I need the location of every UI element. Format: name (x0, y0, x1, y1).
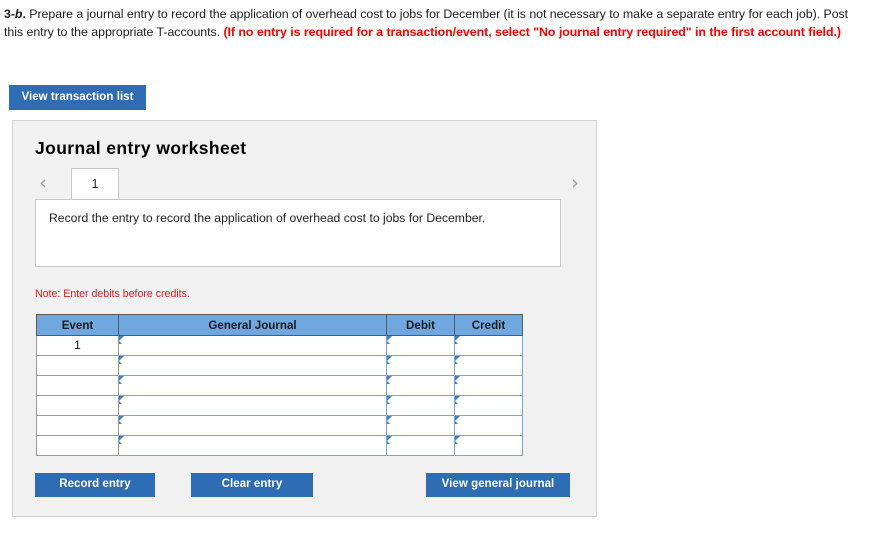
credit-input-5[interactable] (454, 415, 523, 436)
instruction-text: Record the entry to record the applicati… (49, 211, 486, 225)
journal-entry-worksheet-panel: Journal entry worksheet ‹ 1 › Record the… (12, 120, 597, 517)
credit-input-4[interactable] (454, 395, 523, 416)
record-entry-button[interactable]: Record entry (35, 473, 155, 497)
next-tab-chevron-icon[interactable]: › (567, 171, 583, 195)
tab-strip: ‹ 1 › (35, 168, 583, 199)
debit-input-1[interactable] (386, 335, 455, 356)
credit-input-1[interactable] (454, 335, 523, 356)
debit-input-2[interactable] (386, 355, 455, 376)
credit-input-3[interactable] (454, 375, 523, 396)
tab-entry-1[interactable]: 1 (71, 168, 119, 199)
table-row (36, 435, 523, 456)
panel-title: Journal entry worksheet (35, 138, 247, 158)
account-input-2[interactable] (118, 355, 387, 376)
debit-input-6[interactable] (386, 435, 455, 456)
table-row (36, 375, 523, 396)
cell-event-4 (36, 395, 119, 416)
debits-before-credits-note: Note: Enter debits before credits. (35, 288, 190, 300)
table-row (36, 355, 523, 376)
account-input-1[interactable] (118, 335, 387, 356)
column-header-credit: Credit (454, 314, 523, 336)
table-row: 1 (36, 335, 523, 356)
account-input-4[interactable] (118, 395, 387, 416)
column-header-general-journal: General Journal (118, 314, 387, 336)
question-red-note: (If no entry is required for a transacti… (223, 24, 841, 39)
account-input-6[interactable] (118, 435, 387, 456)
account-input-5[interactable] (118, 415, 387, 436)
debit-input-3[interactable] (386, 375, 455, 396)
cell-event-6 (36, 435, 119, 456)
question-prompt: 3-b. Prepare a journal entry to record t… (4, 6, 866, 41)
instruction-box: Record the entry to record the applicati… (35, 199, 561, 267)
debit-input-5[interactable] (386, 415, 455, 436)
debit-input-4[interactable] (386, 395, 455, 416)
clear-entry-button[interactable]: Clear entry (191, 473, 313, 497)
view-transaction-list-button[interactable]: View transaction list (9, 85, 146, 110)
view-general-journal-button[interactable]: View general journal (426, 473, 570, 497)
table-header-row: Event General Journal Debit Credit (36, 314, 523, 336)
column-header-event: Event (36, 314, 119, 336)
table-row (36, 395, 523, 416)
cell-event-5 (36, 415, 119, 436)
cell-event-3 (36, 375, 119, 396)
account-input-3[interactable] (118, 375, 387, 396)
previous-tab-chevron-icon[interactable]: ‹ (35, 171, 51, 195)
credit-input-6[interactable] (454, 435, 523, 456)
cell-event-1: 1 (36, 335, 119, 356)
journal-entry-table: Event General Journal Debit Credit 1 (36, 314, 523, 456)
credit-input-2[interactable] (454, 355, 523, 376)
cell-event-2 (36, 355, 119, 376)
table-row (36, 415, 523, 436)
question-number: 3-b. (4, 7, 26, 21)
column-header-debit: Debit (386, 314, 455, 336)
